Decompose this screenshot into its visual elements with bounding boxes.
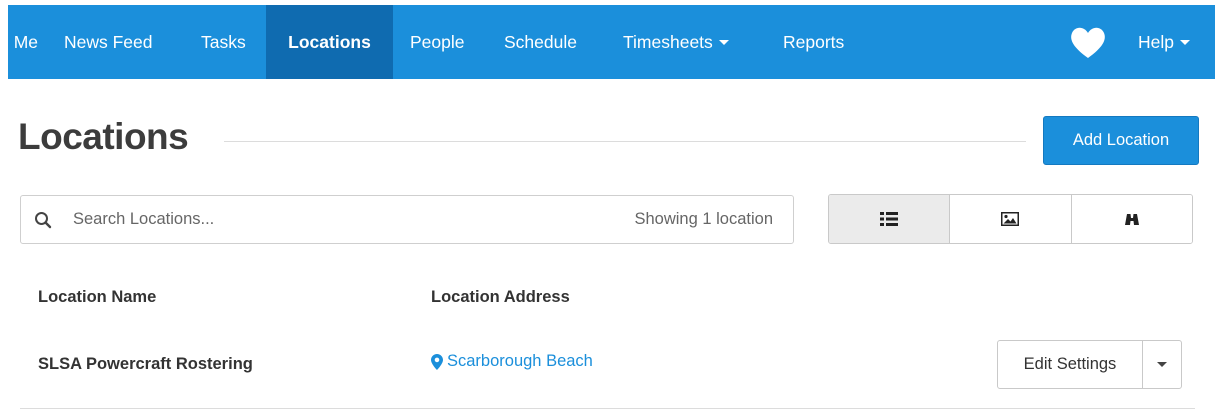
- row-divider: [20, 408, 1195, 409]
- column-header-location-address: Location Address: [431, 288, 570, 306]
- chevron-down-icon: [1180, 39, 1190, 45]
- search-result-count: Showing 1 location: [634, 210, 773, 228]
- heart-icon[interactable]: [1068, 23, 1108, 63]
- location-name: SLSA Powercraft Rostering: [38, 355, 253, 373]
- map-view-button[interactable]: [1071, 195, 1192, 243]
- chevron-down-icon: [718, 39, 729, 45]
- nav-item-tasks[interactable]: Tasks: [201, 5, 246, 79]
- top-navbar: Me News Feed Tasks Locations People Sche…: [8, 5, 1215, 79]
- nav-item-timesheets-label: Timesheets: [623, 32, 713, 52]
- title-divider: [224, 141, 1026, 142]
- nav-item-schedule[interactable]: Schedule: [504, 5, 577, 79]
- binoculars-icon: [1124, 214, 1139, 225]
- location-address-link[interactable]: Scarborough Beach: [431, 352, 593, 371]
- nav-item-locations[interactable]: Locations: [266, 5, 393, 79]
- list-view-button[interactable]: [829, 195, 951, 243]
- chevron-down-icon: [1157, 362, 1167, 367]
- image-view-button[interactable]: [950, 195, 1072, 243]
- search-icon: [35, 212, 52, 229]
- nav-item-help-label: Help: [1138, 32, 1174, 52]
- list-icon: [880, 212, 899, 226]
- add-location-button[interactable]: Add Location: [1043, 116, 1199, 165]
- edit-settings-dropdown-toggle[interactable]: [1143, 341, 1181, 388]
- view-toggle-group: [828, 194, 1193, 244]
- edit-settings-button[interactable]: Edit Settings: [998, 341, 1143, 388]
- nav-item-timesheets[interactable]: Timesheets: [623, 5, 729, 79]
- page-title: Locations: [18, 116, 189, 157]
- nav-item-news-feed[interactable]: News Feed: [64, 5, 153, 79]
- map-marker-icon: [431, 353, 443, 370]
- nav-item-help[interactable]: Help: [1138, 5, 1190, 79]
- nav-item-people[interactable]: People: [410, 5, 465, 79]
- nav-item-reports[interactable]: Reports: [783, 5, 844, 79]
- search-input[interactable]: [73, 204, 553, 234]
- column-header-location-name: Location Name: [38, 288, 157, 306]
- search-box: Showing 1 location: [20, 195, 794, 244]
- location-address-label: Scarborough Beach: [447, 352, 593, 370]
- nav-item-me[interactable]: Me: [4, 5, 38, 79]
- image-icon: [1001, 212, 1020, 226]
- edit-settings-split-button: Edit Settings: [997, 340, 1182, 389]
